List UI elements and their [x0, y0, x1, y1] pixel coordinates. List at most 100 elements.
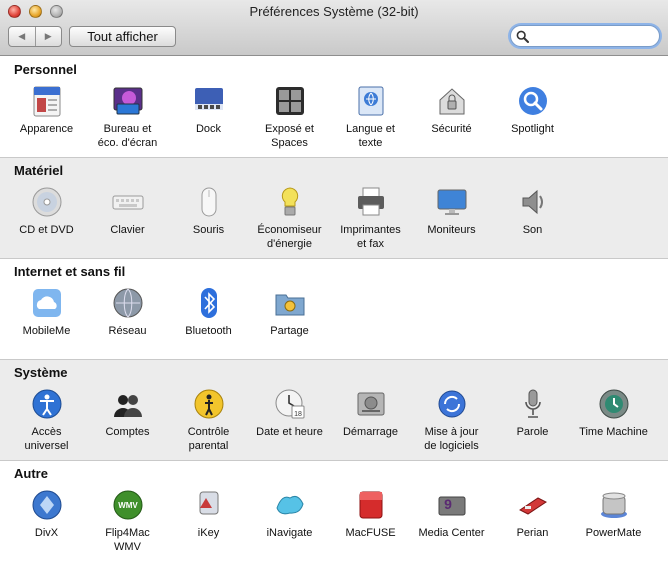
energy-saver-icon [273, 185, 307, 219]
powermate-icon [597, 488, 631, 522]
preference-pane-label: Parole [516, 426, 549, 438]
preference-pane-item[interactable]: CD et DVD [6, 185, 87, 251]
show-all-button[interactable]: Tout afficher [69, 26, 176, 47]
preference-pane-label: Exposé et Spaces [265, 123, 314, 149]
universal-access-icon [30, 387, 64, 421]
preference-pane-item[interactable]: Contrôle parental [168, 387, 249, 453]
title-toolbar: Préférences Système (32-bit) ◀ ▶ Tout af… [0, 0, 668, 56]
time-machine-icon [597, 387, 631, 421]
preference-pane-item[interactable]: Dock [168, 84, 249, 150]
preference-pane-label: Mise à jour de logiciels [424, 426, 479, 452]
preference-pane-label: DivX [34, 527, 59, 539]
svg-text:9: 9 [444, 496, 452, 512]
preference-pane-item[interactable]: Mise à jour de logiciels [411, 387, 492, 453]
preference-pane-item[interactable]: Parole [492, 387, 573, 453]
preference-pane-label: Spotlight [511, 123, 554, 135]
section-title: Système [14, 365, 68, 380]
svg-text:WMV: WMV [118, 501, 138, 510]
preference-pane-item[interactable]: Bureau et éco. d'écran [87, 84, 168, 150]
preference-pane-item[interactable]: Moniteurs [411, 185, 492, 251]
preference-pane-item[interactable]: Économiseur d'énergie [249, 185, 330, 251]
dock-icon [192, 84, 226, 118]
preference-pane-item[interactable]: Partage [249, 286, 330, 338]
preference-pane-item[interactable]: Démarrage [330, 387, 411, 453]
preference-pane-label: Démarrage [342, 426, 399, 438]
preference-pane-label: Flip4Mac WMV [105, 527, 150, 553]
appearance-icon [30, 84, 64, 118]
preference-pane-item[interactable]: DivX [6, 488, 87, 554]
media-center-icon: 9 [435, 488, 469, 522]
preference-pane-item[interactable]: MacFUSE [330, 488, 411, 554]
back-button[interactable]: ◀ [9, 27, 35, 46]
section-title: Internet et sans fil [14, 264, 126, 279]
preference-pane-item[interactable]: Réseau [87, 286, 168, 338]
preference-pane-label: Contrôle parental [187, 426, 230, 452]
cd-dvd-icon [30, 185, 64, 219]
search-field[interactable] [510, 25, 660, 47]
preference-pane-label: Son [522, 224, 543, 236]
preference-pane-label: Perian [516, 527, 549, 539]
preference-pane-label: Sécurité [431, 123, 472, 135]
preference-pane-row: Accès universel Comptes Contrôle parental 1… [6, 387, 654, 453]
preference-pane-row: MobileMe Réseau Bluetooth Partage [6, 286, 330, 338]
preference-pane-label: Réseau [108, 325, 147, 337]
preference-pane-item[interactable]: Sécurité [411, 84, 492, 150]
window-title: Préférences Système (32-bit) [249, 4, 419, 19]
preference-pane-item[interactable]: Perian [492, 488, 573, 554]
preference-pane-row: CD et DVD Clavier Souris Économiseur d'éner… [6, 185, 573, 251]
section-3: Internet et sans fil MobileMe Réseau Blueto… [0, 259, 668, 360]
preference-pane-item[interactable]: Langue et texte [330, 84, 411, 150]
preference-pane-item[interactable]: 9 Media Center [411, 488, 492, 554]
section-title: Autre [14, 466, 48, 481]
divx-icon [30, 488, 64, 522]
mobileme-icon [30, 286, 64, 320]
preference-pane-item[interactable]: iKey [168, 488, 249, 554]
macfuse-icon [354, 488, 388, 522]
preference-pane-item[interactable]: Apparence [6, 84, 87, 150]
preference-pane-item[interactable]: Bluetooth [168, 286, 249, 338]
bluetooth-icon [192, 286, 226, 320]
section-4: Système Accès universel Comptes Contrôle pa… [0, 360, 668, 461]
perian-icon [516, 488, 550, 522]
preference-pane-item[interactable]: PowerMate [573, 488, 654, 554]
preference-pane-label: iKey [197, 527, 220, 539]
preference-pane-label: Imprimantes et fax [340, 224, 401, 250]
preference-pane-item[interactable]: 18 Date et heure [249, 387, 330, 453]
expose-spaces-icon [273, 84, 307, 118]
preference-pane-label: Dock [195, 123, 222, 135]
accounts-icon [111, 387, 145, 421]
ikey-icon [192, 488, 226, 522]
preference-pane-item[interactable]: Exposé et Spaces [249, 84, 330, 150]
preference-pane-label: Apparence [19, 123, 74, 135]
preference-pane-item[interactable]: Imprimantes et fax [330, 185, 411, 251]
preference-pane-label: iNavigate [266, 527, 313, 539]
software-update-icon [435, 387, 469, 421]
search-icon [516, 30, 529, 43]
preference-pane-item[interactable]: iNavigate [249, 488, 330, 554]
search-input[interactable] [531, 28, 651, 44]
preference-pane-item[interactable]: MobileMe [6, 286, 87, 338]
preference-pane-item[interactable]: Comptes [87, 387, 168, 453]
navigation-buttons: ◀ ▶ [8, 26, 62, 47]
keyboard-icon [111, 185, 145, 219]
preference-pane-label: MobileMe [22, 325, 71, 337]
preference-pane-row: Apparence Bureau et éco. d'écran Dock Expos… [6, 84, 573, 150]
preference-pane-label: CD et DVD [19, 224, 74, 236]
preference-pane-item[interactable]: Son [492, 185, 573, 251]
section-title: Matériel [14, 163, 64, 178]
monitor-icon [435, 185, 469, 219]
preference-pane-item[interactable]: Time Machine [573, 387, 654, 453]
preference-pane-item[interactable]: Souris [168, 185, 249, 251]
preference-pane-label: Économiseur d'énergie [257, 224, 322, 250]
mouse-icon [192, 185, 226, 219]
preference-pane-label: Time Machine [579, 426, 648, 438]
preference-pane-item[interactable]: WMV Flip4Mac WMV [87, 488, 168, 554]
system-preferences-window: Préférences Système (32-bit) ◀ ▶ Tout af… [0, 0, 668, 561]
preference-pane-item[interactable]: Spotlight [492, 84, 573, 150]
sound-icon [516, 185, 550, 219]
preference-pane-item[interactable]: Clavier [87, 185, 168, 251]
forward-button[interactable]: ▶ [34, 27, 62, 46]
preference-pane-item[interactable]: Accès universel [6, 387, 87, 453]
preference-pane-label: Bluetooth [185, 325, 232, 337]
printer-icon [354, 185, 388, 219]
